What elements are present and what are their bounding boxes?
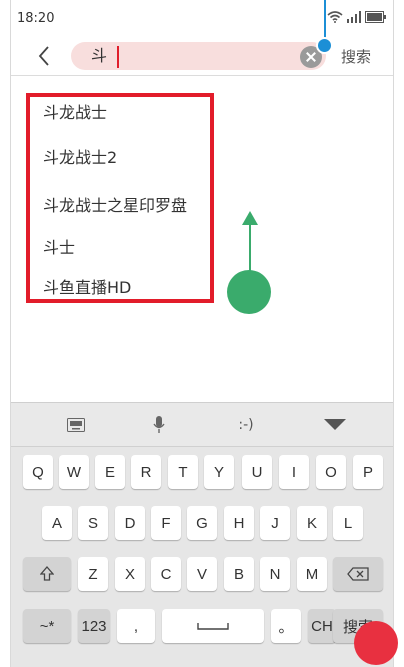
- key-t[interactable]: T: [168, 455, 198, 489]
- key-a[interactable]: A: [42, 506, 72, 540]
- status-bar: 18:20: [11, 0, 393, 34]
- text-cursor: [117, 46, 119, 68]
- key-l[interactable]: L: [333, 506, 363, 540]
- keyboard: :-) Q W E R T Y U I O P A S D F G H J K …: [11, 402, 393, 667]
- key-f[interactable]: F: [151, 506, 181, 540]
- key-q[interactable]: Q: [23, 455, 53, 489]
- search-bar: 斗 搜索: [11, 36, 393, 76]
- key-z[interactable]: Z: [78, 557, 108, 591]
- key-u[interactable]: U: [242, 455, 272, 489]
- key-k[interactable]: K: [297, 506, 327, 540]
- key-i[interactable]: I: [279, 455, 309, 489]
- suggestion-item[interactable]: 斗龙战士: [43, 99, 107, 123]
- key-v[interactable]: V: [187, 557, 217, 591]
- comma-key[interactable]: ,: [117, 609, 155, 643]
- backspace-icon: [347, 567, 369, 581]
- shift-icon: [40, 566, 54, 581]
- key-c[interactable]: C: [151, 557, 181, 591]
- numbers-key[interactable]: 123: [78, 609, 110, 643]
- annotation-tap-marker: [316, 37, 333, 54]
- language-key[interactable]: CH: [308, 609, 336, 643]
- search-button[interactable]: 搜索: [341, 46, 371, 67]
- suggestion-item[interactable]: 斗鱼直播HD: [43, 274, 131, 298]
- signal-icon: [347, 11, 361, 23]
- search-input[interactable]: 斗: [71, 42, 326, 70]
- annotation-tap-marker-red: [354, 621, 398, 665]
- shift-key[interactable]: [23, 557, 71, 591]
- suggestion-item[interactable]: 斗龙战士之星印罗盘: [43, 192, 187, 216]
- emoticon-key[interactable]: :-): [233, 415, 259, 435]
- suggestion-item[interactable]: 斗士: [43, 234, 75, 258]
- key-r[interactable]: R: [131, 455, 161, 489]
- key-j[interactable]: J: [260, 506, 290, 540]
- symbols-key[interactable]: ~*: [23, 609, 71, 643]
- key-e[interactable]: E: [95, 455, 125, 489]
- annotation-swipe-marker: [227, 270, 271, 314]
- search-query-text: 斗: [91, 46, 108, 65]
- microphone-icon[interactable]: [151, 415, 167, 435]
- status-icons: [327, 11, 387, 23]
- wifi-icon: [327, 11, 343, 23]
- status-time: 18:20: [17, 11, 55, 26]
- key-o[interactable]: O: [316, 455, 346, 489]
- key-g[interactable]: G: [187, 506, 217, 540]
- annotation-pointer-line: [324, 0, 326, 42]
- key-h[interactable]: H: [224, 506, 254, 540]
- triangle-down-icon[interactable]: [323, 415, 347, 435]
- key-y[interactable]: Y: [204, 455, 234, 489]
- backspace-key[interactable]: [333, 557, 383, 591]
- key-b[interactable]: B: [224, 557, 254, 591]
- period-key[interactable]: 。: [271, 609, 301, 643]
- phone-screen: 18:20 斗 搜索 斗龙战士 斗龙战士2 斗龙战士之星印罗盘 斗士 斗鱼直播H…: [10, 0, 394, 667]
- back-arrow-icon[interactable]: [33, 44, 57, 68]
- key-w[interactable]: W: [59, 455, 89, 489]
- key-d[interactable]: D: [115, 506, 145, 540]
- space-icon: [197, 623, 229, 630]
- key-n[interactable]: N: [260, 557, 290, 591]
- key-m[interactable]: M: [297, 557, 327, 591]
- suggestion-list: 斗龙战士 斗龙战士2 斗龙战士之星印罗盘 斗士 斗鱼直播HD: [26, 93, 214, 303]
- key-x[interactable]: X: [115, 557, 145, 591]
- key-s[interactable]: S: [78, 506, 108, 540]
- space-key[interactable]: [162, 609, 264, 643]
- key-p[interactable]: P: [353, 455, 383, 489]
- keyboard-toolbar: :-): [11, 403, 393, 447]
- keyboard-icon[interactable]: [65, 415, 87, 435]
- battery-icon: [365, 11, 386, 23]
- suggestion-item[interactable]: 斗龙战士2: [43, 144, 117, 168]
